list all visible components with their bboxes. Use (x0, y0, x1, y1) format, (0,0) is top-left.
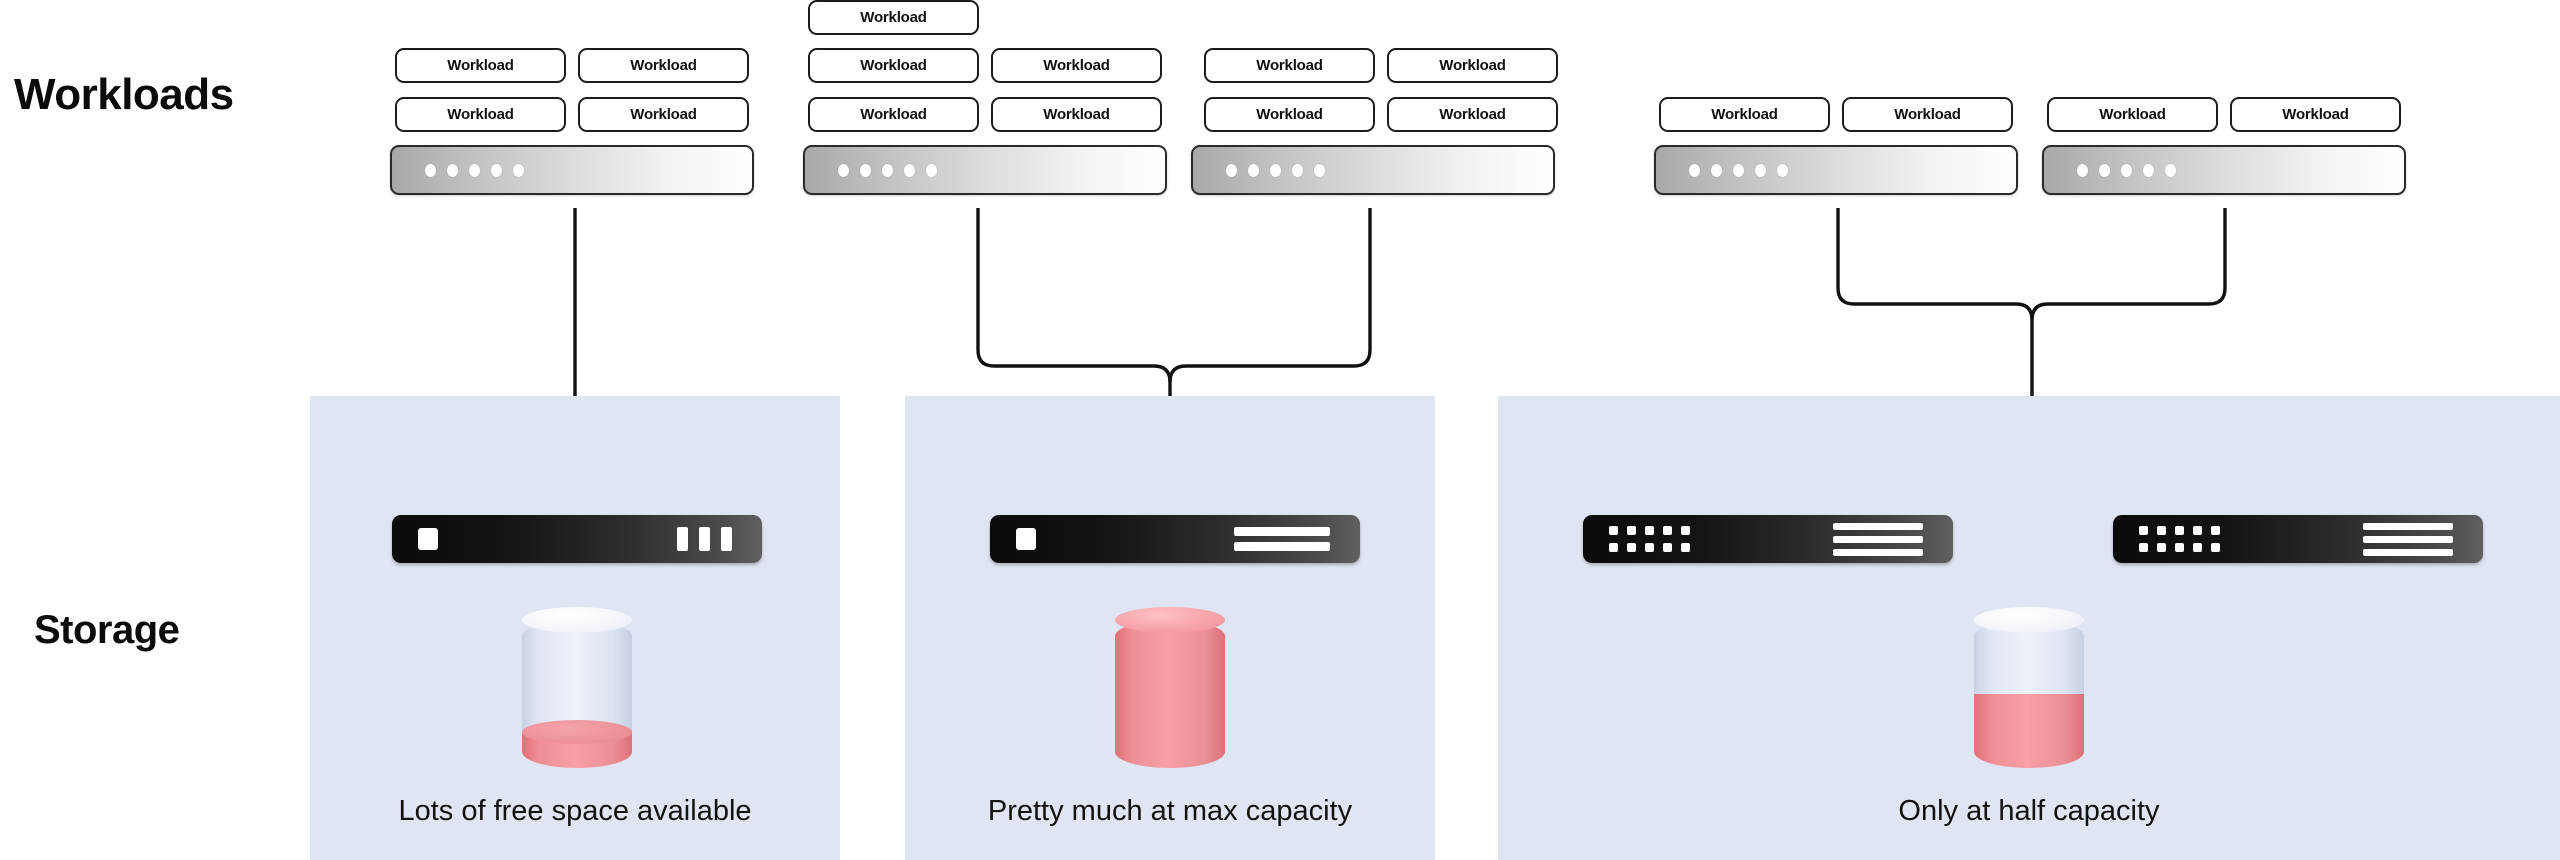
compute-server-bar[interactable] (803, 145, 1167, 195)
workload-chip[interactable]: Workload (395, 48, 566, 83)
row-label-storage: Storage (34, 608, 180, 652)
connector-group5-to-split (2030, 208, 2227, 321)
workload-chip[interactable]: Workload (395, 97, 566, 132)
appliance-drive-dot-grid (2139, 526, 2220, 552)
workload-chip[interactable]: Workload (578, 48, 749, 83)
workload-chip[interactable]: Workload (1204, 48, 1375, 83)
server-status-leds (2077, 163, 2176, 177)
storage-appliance-large[interactable] (1583, 515, 1953, 563)
workload-chip[interactable]: Workload (808, 0, 979, 35)
appliance-drive-bays (2363, 522, 2453, 556)
workload-chip[interactable]: Workload (991, 97, 1162, 132)
workload-chip[interactable]: Workload (1387, 48, 1558, 83)
diagram-canvas: Workloads Storage Workload Workload Work… (0, 0, 2560, 860)
storage-appliance-medium[interactable] (990, 515, 1360, 563)
storage-caption: Pretty much at max capacity (987, 795, 1353, 827)
workload-chip[interactable]: Workload (1204, 97, 1375, 132)
cylinder-body (1115, 620, 1225, 768)
storage-appliance-large[interactable] (2113, 515, 2483, 563)
appliance-drive-bays (677, 527, 732, 551)
workload-chip[interactable]: Workload (2047, 97, 2218, 132)
workload-chip[interactable]: Workload (1387, 97, 1558, 132)
capacity-cylinder (522, 607, 632, 768)
server-status-leds (425, 163, 524, 177)
workload-chip[interactable]: Workload (578, 97, 749, 132)
appliance-drive-bays (1234, 527, 1330, 551)
connector-group3-to-panel2 (1168, 208, 1372, 383)
server-status-leds (1226, 163, 1325, 177)
workload-chip[interactable]: Workload (1842, 97, 2013, 132)
cylinder-body (522, 620, 632, 768)
compute-server-bar[interactable] (1191, 145, 1555, 195)
cylinder-body (1974, 620, 2084, 768)
workload-chip[interactable]: Workload (808, 97, 979, 132)
cylinder-used-space (1974, 694, 2084, 768)
appliance-drive-bays (1833, 522, 1923, 556)
cylinder-free-space (522, 620, 632, 732)
compute-server-bar[interactable] (2042, 145, 2406, 195)
storage-caption: Only at half capacity (1898, 795, 2160, 827)
workload-chip[interactable]: Workload (2230, 97, 2401, 132)
capacity-cylinder (1974, 607, 2084, 768)
compute-server-bar[interactable] (1654, 145, 2018, 195)
storage-caption: Lots of free space available (398, 795, 752, 827)
appliance-indicator-square (418, 528, 438, 550)
server-status-leds (1689, 163, 1788, 177)
compute-server-bar[interactable] (390, 145, 754, 195)
workload-chip[interactable]: Workload (1659, 97, 1830, 132)
cylinder-used-space (1115, 620, 1225, 768)
cylinder-top-cap (522, 607, 632, 633)
appliance-indicator-square (1016, 528, 1036, 550)
storage-appliance-small[interactable] (392, 515, 762, 563)
row-label-workloads: Workloads (14, 70, 234, 119)
server-status-leds (838, 163, 937, 177)
appliance-drive-dot-grid (1609, 526, 1690, 552)
cylinder-fill-surface (522, 720, 632, 744)
cylinder-top-cap (1974, 607, 2084, 633)
cylinder-top-cap (1115, 607, 1225, 633)
capacity-cylinder (1115, 607, 1225, 768)
workload-chip[interactable]: Workload (991, 48, 1162, 83)
workload-chip[interactable]: Workload (808, 48, 979, 83)
